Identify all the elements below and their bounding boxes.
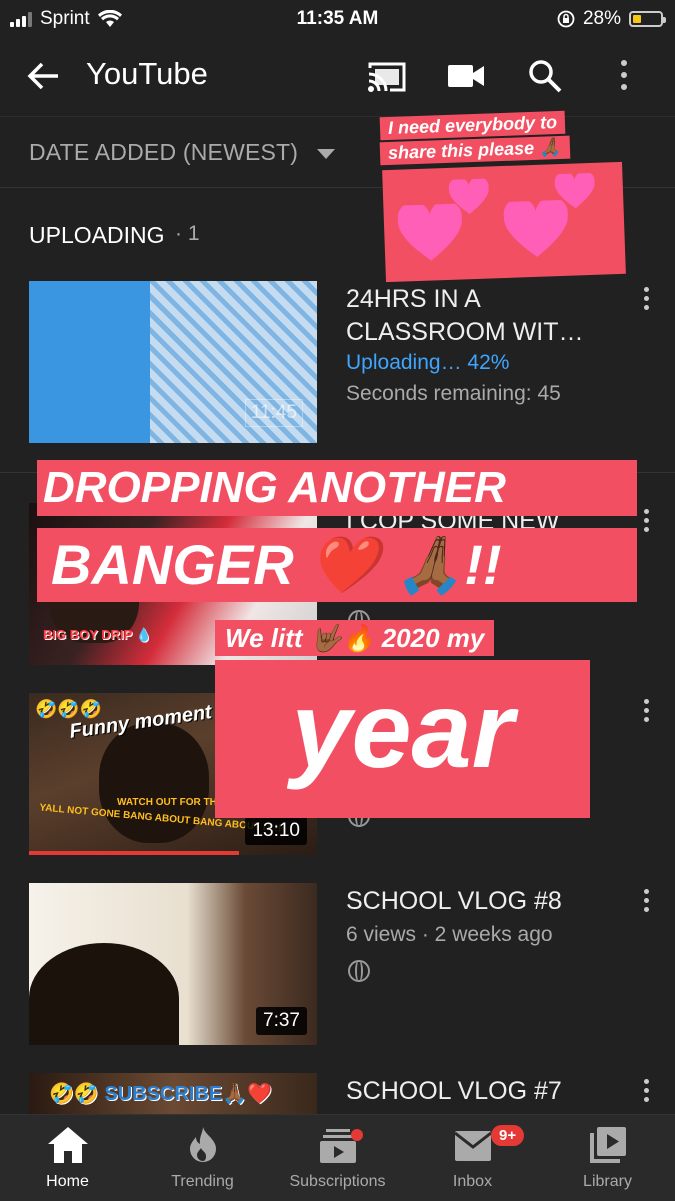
video-thumbnail[interactable]: 11:45 (29, 281, 317, 443)
video-menu-icon[interactable] (641, 1079, 651, 1106)
nav-subscriptions[interactable]: Subscriptions (270, 1115, 405, 1201)
cast-icon[interactable] (366, 60, 408, 94)
new-content-dot (351, 1129, 363, 1141)
nav-inbox[interactable]: 9+ Inbox (405, 1115, 540, 1201)
heart-icon (448, 178, 489, 214)
thumbnail-person (29, 943, 179, 1045)
search-icon[interactable] (528, 59, 562, 93)
dropdown-arrow-icon (316, 148, 335, 159)
video-duration: 11:45 (244, 399, 303, 427)
inbox-badge: 9+ (491, 1125, 525, 1146)
library-icon (589, 1127, 626, 1163)
video-thumbnail[interactable]: 7:37 (29, 883, 317, 1045)
nav-label: Subscriptions (289, 1173, 386, 1190)
video-duration: 7:37 (256, 1007, 307, 1035)
app-bar: YouTube (0, 38, 675, 117)
status-right: 28% (557, 8, 666, 30)
nav-label: Home (46, 1173, 89, 1190)
video-menu-icon[interactable] (641, 287, 651, 314)
thumbnail-caption: WATCH OUT FOR THE (117, 797, 224, 808)
seconds-remaining: Seconds remaining: 45 (346, 382, 561, 405)
story-year-text: year (215, 660, 590, 818)
sort-dropdown[interactable]: DATE ADDED (NEWEST) (29, 139, 335, 166)
back-arrow-icon[interactable] (26, 60, 60, 92)
video-menu-icon[interactable] (641, 509, 651, 536)
bottom-navigation: Home Trending Subscriptions 9+ Inbox Lib… (0, 1114, 675, 1201)
more-vert-icon[interactable] (619, 60, 629, 94)
nav-label: Inbox (452, 1173, 493, 1190)
video-thumbnail[interactable]: 🤣🤣 SUBSCRIBE🙏🏾❤️ (29, 1073, 317, 1114)
watch-progress-bar (29, 851, 239, 855)
nav-label: Trending (171, 1173, 234, 1190)
orientation-lock-icon (557, 10, 575, 28)
battery-icon (629, 11, 666, 27)
home-icon (47, 1127, 88, 1163)
video-meta: 6 views · 2 weeks ago (346, 923, 553, 946)
thumbnail-caption: 🤣🤣 SUBSCRIBE🙏🏾❤️ (49, 1083, 272, 1105)
nav-home[interactable]: Home (0, 1115, 135, 1201)
thumbnail-caption: BIG BOY DRIP 💧 (43, 627, 152, 642)
story-headline-line2: BANGER ❤️ 🙏🏾!! (37, 528, 637, 602)
video-menu-icon[interactable] (641, 889, 651, 916)
upload-progress-fill (29, 281, 150, 443)
uploading-section-label: UPLOADING (29, 222, 165, 248)
hearts-sticker (382, 161, 626, 283)
story-headline-line1: DROPPING ANOTHER (37, 460, 637, 516)
video-title[interactable]: SCHOOL VLOG #8 (346, 885, 646, 918)
story-subline: We litt 🤟🏾🔥 2020 my (215, 620, 495, 656)
nav-label: Library (583, 1173, 632, 1190)
public-globe-icon (348, 960, 370, 982)
subscriptions-icon (319, 1129, 356, 1163)
inbox-icon (454, 1131, 491, 1161)
flame-icon (189, 1127, 216, 1162)
heart-icon (554, 172, 595, 209)
status-bar: Sprint 11:35 AM 28% (0, 0, 675, 38)
nav-library[interactable]: Library (540, 1115, 675, 1201)
nav-trending[interactable]: Trending (135, 1115, 270, 1201)
story-caption-line2: share this please 🙏🏾 (379, 135, 570, 166)
sort-label: DATE ADDED (NEWEST) (29, 139, 299, 165)
app-title: YouTube (86, 56, 208, 91)
upload-status: Uploading… 42% (346, 351, 510, 374)
video-camera-icon[interactable] (448, 63, 484, 89)
video-title[interactable]: 24HRS IN A CLASSROOM WIT… (346, 283, 646, 349)
video-menu-icon[interactable] (641, 699, 651, 726)
uploading-count: · 1 (175, 222, 200, 245)
video-duration: 13:10 (245, 817, 307, 845)
video-title[interactable]: SCHOOL VLOG #7 (346, 1075, 646, 1108)
battery-percent: 28% (582, 8, 621, 29)
